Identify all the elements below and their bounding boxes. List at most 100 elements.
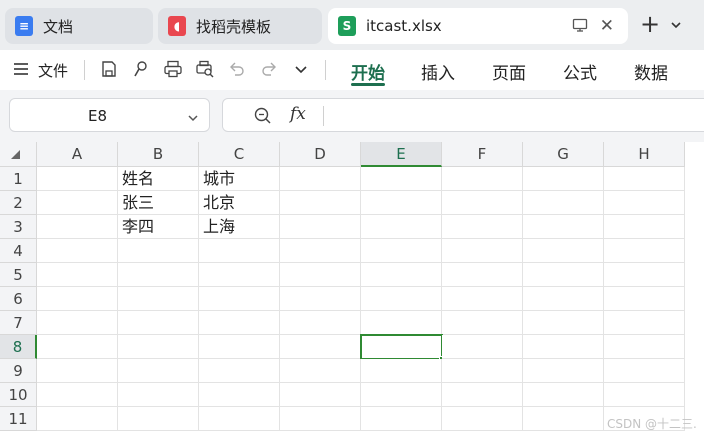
chevron-down-icon[interactable]	[670, 16, 682, 35]
name-box[interactable]: E8	[9, 98, 210, 132]
column-header-c[interactable]: C	[199, 142, 280, 167]
cell-c2[interactable]: 北京	[199, 191, 280, 215]
cell-e3[interactable]	[361, 215, 442, 239]
cell-e9[interactable]	[361, 359, 442, 383]
format-painter-icon[interactable]	[130, 58, 152, 80]
column-header-b[interactable]: B	[118, 142, 199, 167]
cell-e6[interactable]	[361, 287, 442, 311]
cell-d11[interactable]	[280, 407, 361, 431]
tab-docer-templates[interactable]: ◖ 找稻壳模板	[158, 8, 322, 44]
cell-h7[interactable]	[604, 311, 685, 335]
cell-b2[interactable]: 张三	[118, 191, 199, 215]
tab-itcast-xlsx[interactable]: S itcast.xlsx ✕	[328, 8, 628, 44]
cell-c1[interactable]: 城市	[199, 167, 280, 191]
cell-b10[interactable]	[118, 383, 199, 407]
cell-a9[interactable]	[37, 359, 118, 383]
cell-f3[interactable]	[442, 215, 523, 239]
cell-g8[interactable]	[523, 335, 604, 359]
cell-h3[interactable]	[604, 215, 685, 239]
cell-c4[interactable]	[199, 239, 280, 263]
column-header-a[interactable]: A	[37, 142, 118, 167]
cell-g7[interactable]	[523, 311, 604, 335]
close-tab-icon[interactable]: ✕	[600, 16, 614, 36]
row-header-6[interactable]: 6	[0, 287, 37, 311]
cell-e5[interactable]	[361, 263, 442, 287]
cell-g2[interactable]	[523, 191, 604, 215]
row-header-5[interactable]: 5	[0, 263, 37, 287]
tab-docs[interactable]: ≡ 文档	[5, 8, 153, 44]
cell-c3[interactable]: 上海	[199, 215, 280, 239]
ribbon-tab-page[interactable]: 页面	[492, 59, 526, 84]
cell-f10[interactable]	[442, 383, 523, 407]
cell-b3[interactable]: 李四	[118, 215, 199, 239]
row-header-2[interactable]: 2	[0, 191, 37, 215]
cell-d2[interactable]	[280, 191, 361, 215]
cell-b4[interactable]	[118, 239, 199, 263]
cell-a11[interactable]	[37, 407, 118, 431]
cell-d3[interactable]	[280, 215, 361, 239]
cell-f4[interactable]	[442, 239, 523, 263]
cell-c7[interactable]	[199, 311, 280, 335]
cell-d5[interactable]	[280, 263, 361, 287]
ribbon-tab-home[interactable]: 开始	[351, 59, 385, 84]
cell-h9[interactable]	[604, 359, 685, 383]
file-menu[interactable]: 文件	[38, 60, 68, 81]
cell-e10[interactable]	[361, 383, 442, 407]
column-header-e[interactable]: E	[361, 142, 442, 167]
select-all-corner[interactable]	[0, 142, 37, 167]
cell-e11[interactable]	[361, 407, 442, 431]
zoom-search-icon[interactable]	[253, 106, 273, 130]
cell-c9[interactable]	[199, 359, 280, 383]
cell-e4[interactable]	[361, 239, 442, 263]
cell-a8[interactable]	[37, 335, 118, 359]
chevron-down-icon[interactable]	[187, 109, 199, 128]
cell-b11[interactable]	[118, 407, 199, 431]
cell-d8[interactable]	[280, 335, 361, 359]
cell-f11[interactable]	[442, 407, 523, 431]
cell-f9[interactable]	[442, 359, 523, 383]
print-icon[interactable]	[162, 58, 184, 80]
cell-c11[interactable]	[199, 407, 280, 431]
column-header-g[interactable]: G	[523, 142, 604, 167]
row-header-8[interactable]: 8	[0, 335, 37, 359]
save-icon[interactable]	[98, 58, 120, 80]
new-tab-plus-icon[interactable]: +	[640, 12, 660, 36]
cell-b7[interactable]	[118, 311, 199, 335]
hamburger-menu-icon[interactable]	[10, 58, 32, 80]
column-header-h[interactable]: H	[604, 142, 685, 167]
cell-c6[interactable]	[199, 287, 280, 311]
cell-h6[interactable]	[604, 287, 685, 311]
row-header-11[interactable]: 11	[0, 407, 37, 431]
cell-a5[interactable]	[37, 263, 118, 287]
cell-d10[interactable]	[280, 383, 361, 407]
cell-a4[interactable]	[37, 239, 118, 263]
cell-c5[interactable]	[199, 263, 280, 287]
cell-g3[interactable]	[523, 215, 604, 239]
row-header-4[interactable]: 4	[0, 239, 37, 263]
cell-a2[interactable]	[37, 191, 118, 215]
cell-a10[interactable]	[37, 383, 118, 407]
spreadsheet-grid[interactable]: A B C D E F G H 1 姓名 城市 2 张三 北京 3 李四 上海 4 5 6 7 8 9 10 11	[0, 142, 704, 437]
more-chevron-icon[interactable]	[290, 58, 312, 80]
column-header-d[interactable]: D	[280, 142, 361, 167]
cell-f5[interactable]	[442, 263, 523, 287]
cell-e1[interactable]	[361, 167, 442, 191]
ribbon-tab-formula[interactable]: 公式	[563, 59, 597, 84]
cell-f1[interactable]	[442, 167, 523, 191]
cell-d4[interactable]	[280, 239, 361, 263]
cell-h8[interactable]	[604, 335, 685, 359]
row-header-9[interactable]: 9	[0, 359, 37, 383]
redo-icon[interactable]	[258, 58, 280, 80]
cell-e2[interactable]	[361, 191, 442, 215]
cell-g11[interactable]	[523, 407, 604, 431]
cell-d7[interactable]	[280, 311, 361, 335]
cell-b1[interactable]: 姓名	[118, 167, 199, 191]
cell-e7[interactable]	[361, 311, 442, 335]
ribbon-tab-data[interactable]: 数据	[634, 59, 668, 84]
cell-h5[interactable]	[604, 263, 685, 287]
monitor-icon[interactable]	[572, 17, 588, 37]
cell-e8[interactable]	[361, 335, 442, 359]
cell-b5[interactable]	[118, 263, 199, 287]
cell-g6[interactable]	[523, 287, 604, 311]
cell-g5[interactable]	[523, 263, 604, 287]
